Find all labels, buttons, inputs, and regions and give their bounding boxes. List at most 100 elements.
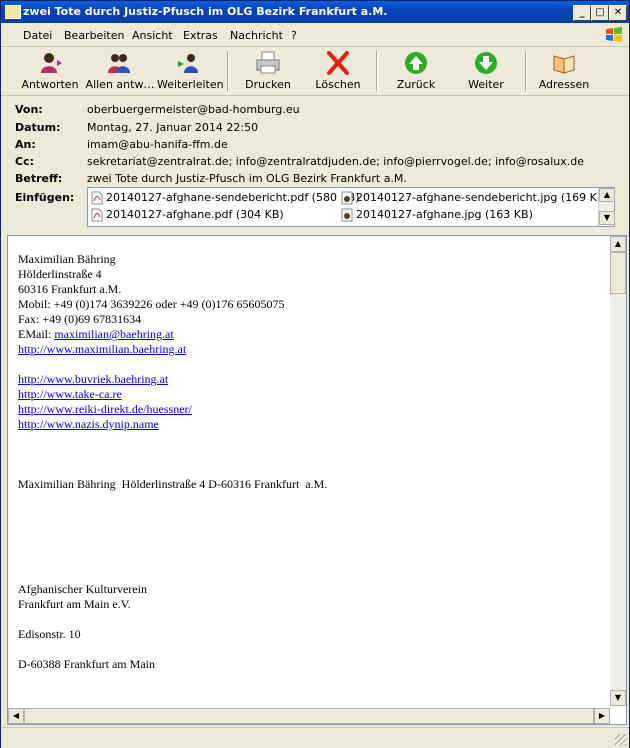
forward-button[interactable]: Weiterleiten <box>157 49 224 93</box>
pdf-file-icon <box>91 191 103 205</box>
website-link[interactable]: http://www.nazis.dynip.name <box>18 417 159 431</box>
menu-bar: Datei Bearbeiten Ansicht Extras Nachrich… <box>1 24 629 47</box>
scroll-right-button[interactable]: ▶ <box>594 708 610 724</box>
body-line: Frankfurt am Main e.V. <box>18 597 131 611</box>
toolbar-separator <box>376 51 378 91</box>
toolbar-separator <box>227 51 229 91</box>
reply-all-icon <box>108 54 130 73</box>
window-title: zwei Tote durch Justiz-Pfusch im OLG Bez… <box>23 5 388 18</box>
addresses-button[interactable]: Adressen <box>535 49 593 93</box>
scroll-down-button[interactable]: ▼ <box>599 211 615 225</box>
horizontal-scrollbar[interactable]: ◀ ▶ <box>8 708 610 724</box>
attachments-label: Einfügen: <box>15 191 75 204</box>
body-line: Maximilian Bähring <box>18 252 116 266</box>
arrow-down-icon <box>475 52 497 74</box>
menu-ansicht[interactable]: Ansicht <box>132 29 173 42</box>
body-line: Edisonstr. 10 <box>18 627 81 641</box>
body-line: Mobil: +49 (0)174 3639226 oder +49 (0)17… <box>18 297 285 311</box>
next-button[interactable]: Weiter <box>457 49 515 93</box>
attachment-item[interactable]: 20140127-afghane.jpg (163 KB) <box>341 208 533 222</box>
minimize-button[interactable]: _ <box>573 5 591 21</box>
envelope-icon <box>5 5 21 19</box>
attachments-scrollbar[interactable]: ▲ ▼ <box>598 188 615 226</box>
message-header: Von: oberbuergermeister@bad-homburg.eu D… <box>1 96 629 231</box>
body-line: Hölderlinstraße 4 <box>18 267 102 281</box>
scroll-up-button[interactable]: ▲ <box>599 188 615 202</box>
subject-label: Betreff: <box>15 172 63 185</box>
message-text: Maximilian Bähring Hölderlinstraße 4 603… <box>18 252 603 672</box>
date-label: Datum: <box>15 121 61 134</box>
menu-datei[interactable]: Datei <box>23 29 52 42</box>
attachment-item[interactable]: 20140127-afghane.pdf (304 KB) <box>91 208 284 222</box>
resize-grip[interactable] <box>615 734 627 746</box>
body-line: Maximilian Bähring Hölderlinstraße 4 D-6… <box>18 477 328 491</box>
reply-icon <box>41 53 62 73</box>
menu-extras[interactable]: Extras <box>183 29 218 42</box>
menu-help[interactable]: ? <box>291 29 297 42</box>
body-line: Afghanischer Kulturverein <box>18 582 147 596</box>
toolbar: Antworten Allen antw… Weiterleiten Druck… <box>1 47 629 96</box>
message-window: zwei Tote durch Justiz-Pfusch im OLG Bez… <box>0 0 630 748</box>
email-link[interactable]: maximilian@baehring.at <box>54 327 173 341</box>
attachment-item[interactable]: 20140127-afghane-sendebericht.pdf (580 K… <box>91 191 360 205</box>
scrollbar-thumb[interactable] <box>610 252 626 294</box>
from-value: oberbuergermeister@bad-homburg.eu <box>87 103 300 116</box>
body-line: http://www.take-ca.re <box>18 387 603 402</box>
body-line: http://www.reiki-direkt.de/huessner/ <box>18 402 603 417</box>
website-link[interactable]: http://www.maximilian.baehring.at <box>18 342 186 356</box>
message-body[interactable]: Maximilian Bähring Hölderlinstraße 4 603… <box>7 235 627 725</box>
to-label: An: <box>15 138 36 151</box>
attachment-item[interactable]: 20140127-afghane-sendebericht.jpg (169 K… <box>341 191 609 205</box>
body-line: http://www.buvriek.baehring.at <box>18 372 603 387</box>
vertical-scrollbar[interactable]: ▲ ▼ <box>610 236 626 706</box>
body-line: Fax: +49 (0)69 67831634 <box>18 312 142 326</box>
scrollbar-thumb[interactable] <box>24 708 594 724</box>
website-link[interactable]: http://www.buvriek.baehring.at <box>18 372 168 386</box>
toolbar-separator <box>525 51 527 91</box>
scroll-down-button[interactable]: ▼ <box>610 690 626 706</box>
windows-logo-icon <box>606 27 622 42</box>
to-value: imam@abu-hanifa-ffm.de <box>87 138 228 151</box>
print-button[interactable]: Drucken <box>239 49 297 93</box>
printer-icon <box>256 51 280 74</box>
scroll-left-button[interactable]: ◀ <box>8 708 24 724</box>
website-link[interactable]: http://www.reiki-direkt.de/huessner/ <box>18 402 192 416</box>
cc-value: sekretariat@zentralrat.de; info@zentralr… <box>87 155 584 168</box>
date-value: Montag, 27. Januar 2014 22:50 <box>87 121 259 134</box>
attachments-list: 20140127-afghane-sendebericht.pdf (580 K… <box>87 187 615 227</box>
menu-nachricht[interactable]: Nachricht <box>230 29 283 42</box>
reply-all-button[interactable]: Allen antw… <box>85 49 155 93</box>
delete-button[interactable]: Löschen <box>309 49 367 93</box>
address-book-icon <box>553 55 575 74</box>
close-button[interactable]: ✕ <box>609 5 627 21</box>
delete-icon <box>327 51 349 75</box>
cc-label: Cc: <box>15 155 34 168</box>
status-bar <box>1 727 629 748</box>
back-button[interactable]: Zurück <box>387 49 445 93</box>
maximize-button[interactable]: □ <box>591 5 609 21</box>
subject-value: zwei Tote durch Justiz-Pfusch im OLG Bez… <box>87 172 407 185</box>
scroll-up-button[interactable]: ▲ <box>610 236 626 252</box>
image-file-icon <box>341 191 353 205</box>
arrow-up-icon <box>405 52 427 74</box>
body-line: http://www.maximilian.baehring.at <box>18 342 603 357</box>
forward-icon <box>178 54 198 73</box>
body-line: http://www.nazis.dynip.name <box>18 417 603 432</box>
image-file-icon <box>341 208 353 222</box>
menu-bearbeiten[interactable]: Bearbeiten <box>64 29 124 42</box>
website-link[interactable]: http://www.take-ca.re <box>18 387 122 401</box>
title-bar[interactable]: zwei Tote durch Justiz-Pfusch im OLG Bez… <box>1 1 629 23</box>
reply-button[interactable]: Antworten <box>19 49 81 93</box>
body-line: 60316 Frankfurt a.M. <box>18 282 122 296</box>
